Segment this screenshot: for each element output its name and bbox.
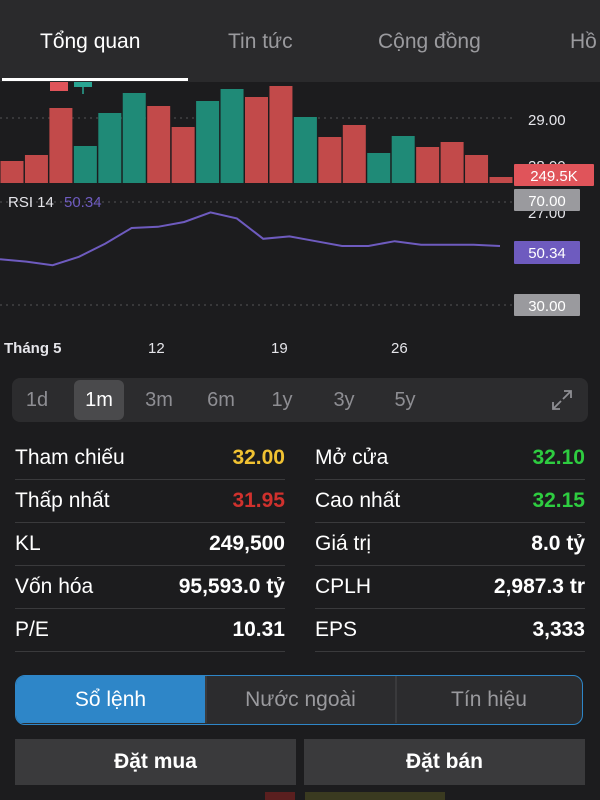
volume-bar [342, 125, 366, 183]
volume-bar [122, 93, 146, 183]
sell-button[interactable]: Đặt bán [304, 739, 585, 785]
range-1d[interactable]: 1d [12, 378, 62, 422]
x-axis-label: Tháng 5 [4, 340, 62, 357]
volume-bar [465, 155, 489, 183]
stat-value: 95,593.0 tỷ [178, 575, 285, 598]
stat-shares-outstanding: CPLH 2,987.3 tr [315, 565, 585, 609]
rsi-upper-label: 70.00 [528, 193, 566, 210]
range-1m[interactable]: 1m [74, 380, 124, 420]
volume-bar [416, 147, 440, 183]
volume-bar [220, 89, 244, 183]
tab-community[interactable]: Cộng đồng [378, 30, 481, 54]
rsi-line [0, 211, 501, 267]
x-axis-label: 19 [271, 340, 288, 357]
volume-bar [0, 161, 24, 183]
tab-more[interactable]: Hồ [570, 30, 597, 54]
order-book-peek-bid [265, 792, 295, 800]
buy-button[interactable]: Đặt mua [15, 739, 296, 785]
volume-bar [293, 117, 317, 183]
segment-signals[interactable]: Tín hiệu [396, 676, 582, 723]
stat-pe: P/E 10.31 [15, 608, 285, 652]
rsi-current-value: 50.34 [64, 194, 102, 211]
order-segment-control: Sổ lệnh Nước ngoài Tín hiệu [15, 675, 583, 725]
range-3m[interactable]: 3m [134, 378, 184, 422]
stat-reference: Tham chiếu 32.00 [15, 436, 285, 480]
stat-value-traded: Giá trị 8.0 tỷ [315, 522, 585, 566]
volume-bar [269, 86, 293, 183]
volume-bar [98, 113, 122, 183]
stat-open: Mở cửa 32.10 [315, 436, 585, 480]
tab-overview[interactable]: Tổng quan [40, 30, 140, 54]
volume-bar [367, 153, 391, 183]
stat-value: 32.00 [232, 446, 285, 469]
volume-bar [391, 136, 415, 183]
price-chart[interactable]: RSI 1450.34 29.0028.0027.00249.5K70.0050… [0, 82, 600, 372]
volume-bar [489, 177, 513, 183]
stat-value: 32.10 [532, 446, 585, 469]
volume-bar [440, 142, 464, 183]
time-range-selector: 1d 1m 3m 6m 1y 3y 5y [12, 378, 588, 422]
stat-value: 2,987.3 tr [493, 575, 585, 598]
stat-market-cap: Vốn hóa 95,593.0 tỷ [15, 565, 285, 609]
volume-bar [245, 97, 268, 183]
volume-bar [24, 155, 48, 183]
segment-order-book[interactable]: Sổ lệnh [16, 676, 205, 723]
stat-high: Cao nhất 32.15 [315, 479, 585, 523]
volume-bar [73, 146, 97, 183]
top-tab-bar: Tổng quan Tin tức Cộng đồng Hồ [0, 0, 600, 82]
range-1y[interactable]: 1y [257, 378, 307, 422]
volume-bar [49, 108, 73, 183]
pane-separator [0, 185, 512, 186]
volume-bar [171, 127, 195, 183]
range-6m[interactable]: 6m [196, 378, 246, 422]
price-tick-label: 29.00 [528, 112, 566, 129]
range-3y[interactable]: 3y [319, 378, 369, 422]
range-5y[interactable]: 5y [380, 378, 430, 422]
rsi-label: RSI 14 [8, 194, 54, 211]
x-axis-label: 26 [391, 340, 408, 357]
order-book-peek-ask [305, 792, 445, 800]
stat-volume: KL 249,500 [15, 522, 285, 566]
candle-body [50, 82, 68, 91]
segment-foreign[interactable]: Nước ngoài [206, 676, 395, 723]
stat-value: 8.0 tỷ [531, 532, 585, 555]
stat-eps: EPS 3,333 [315, 608, 585, 652]
volume-bar [318, 137, 342, 183]
tab-news[interactable]: Tin tức [228, 30, 293, 54]
volume-bar [196, 101, 220, 183]
x-axis-label: 12 [148, 340, 165, 357]
stat-low: Thấp nhất 31.95 [15, 479, 285, 523]
active-tab-underline [2, 78, 188, 81]
rsi-value-label: 50.34 [528, 245, 566, 262]
expand-icon[interactable] [550, 388, 574, 417]
rsi-lower-label: 30.00 [528, 298, 566, 315]
stat-value: 32.15 [532, 489, 585, 512]
stat-value: 3,333 [532, 618, 585, 641]
volume-bar [147, 106, 171, 183]
stat-value: 10.31 [232, 618, 285, 641]
volume-badge-label: 249.5K [530, 168, 578, 185]
stat-value: 31.95 [232, 489, 285, 512]
stat-value: 249,500 [209, 532, 285, 555]
